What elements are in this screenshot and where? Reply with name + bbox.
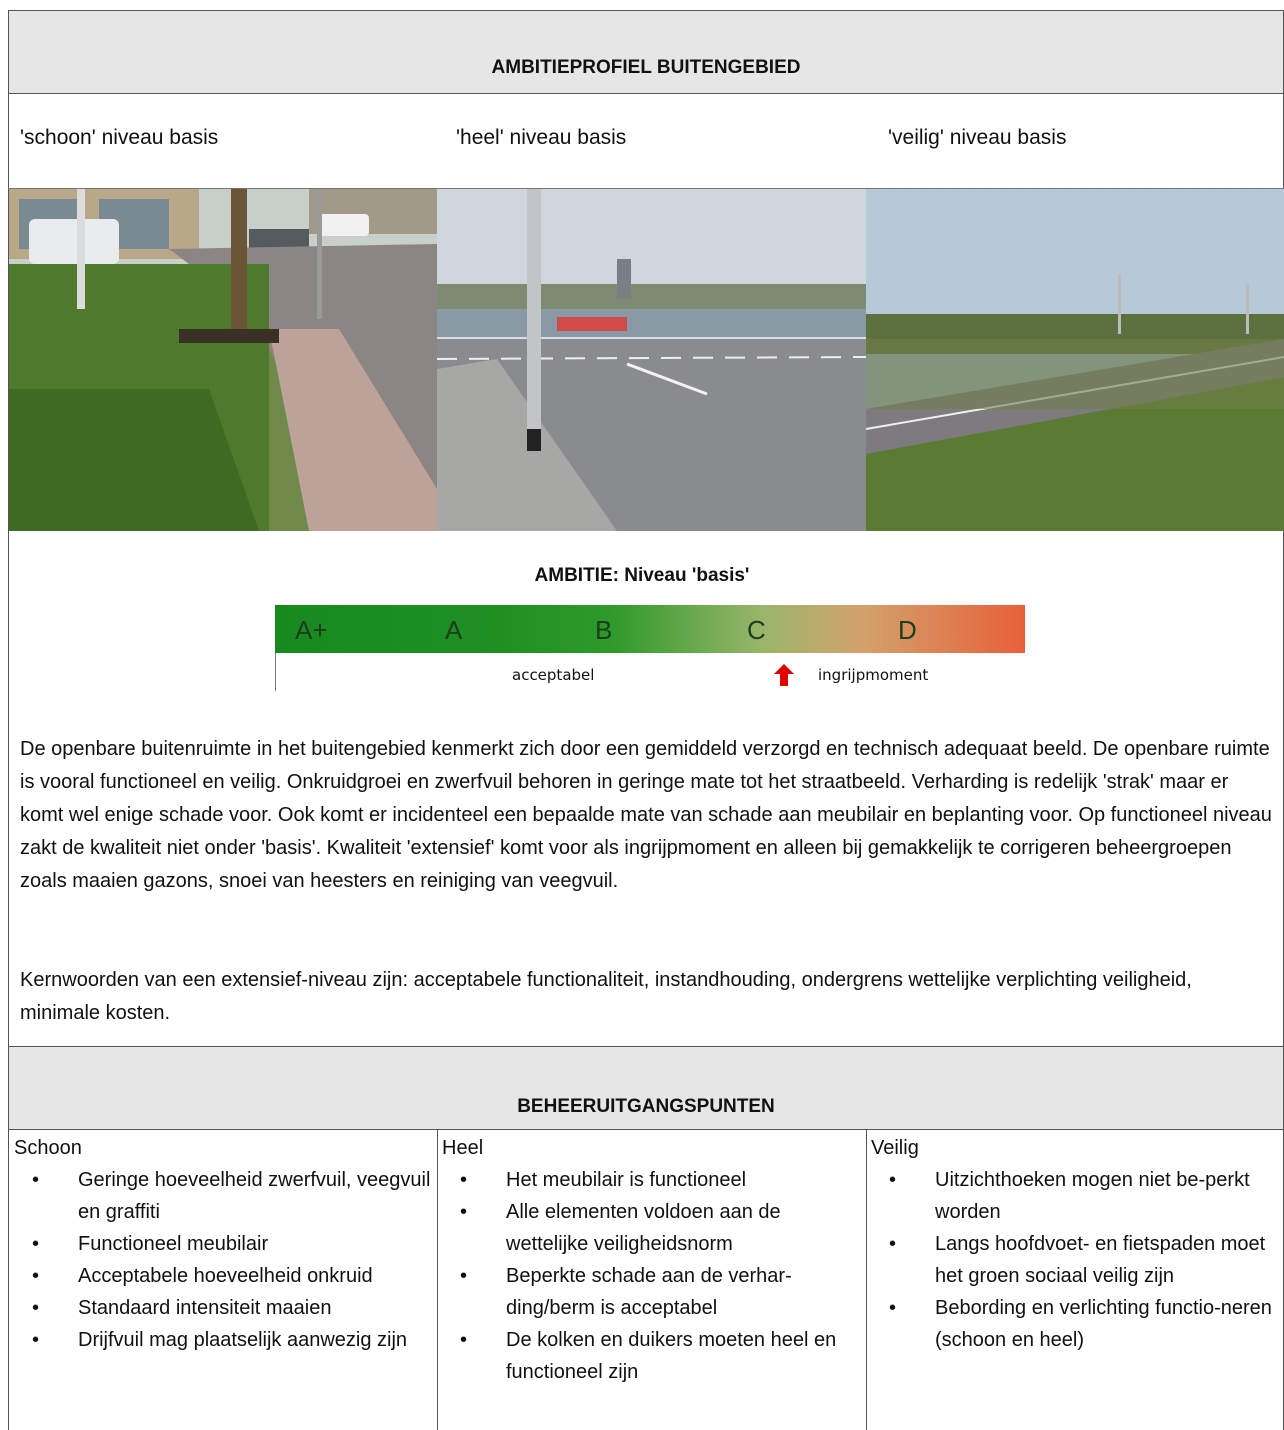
- col-border-left: [8, 1130, 9, 1430]
- list-item: De kolken en duikers moeten heel en func…: [442, 1324, 862, 1388]
- column-title: Veilig: [871, 1137, 919, 1159]
- grade-d: D: [898, 615, 917, 645]
- section-header-beheeruitgangspunten: BEHEERUITGANGSPUNTEN: [8, 1046, 1284, 1130]
- photo-schoon: [9, 189, 437, 531]
- column-title: Heel: [442, 1137, 484, 1159]
- label-schoon: 'schoon' niveau basis: [20, 126, 219, 149]
- column-title: Schoon: [14, 1137, 82, 1159]
- arrow-up-icon: [774, 664, 794, 686]
- list-item: Standaard intensiteit maaien: [14, 1292, 434, 1324]
- column-heel: Heel Het meubilair is functioneel Alle e…: [442, 1132, 862, 1388]
- list-item: Uitzichthoeken mogen niet be-perkt worde…: [871, 1164, 1279, 1228]
- column-schoon: Schoon Geringe hoeveelheid zwerfvuil, ve…: [14, 1132, 434, 1356]
- ambition-title: AMBITIE: Niveau 'basis': [534, 565, 750, 586]
- label-heel: 'heel' niveau basis: [456, 126, 627, 149]
- list-item: Beperkte schade aan de verhar-ding/berm …: [442, 1260, 862, 1324]
- col-border-2: [866, 1130, 867, 1430]
- scale-tick: [275, 653, 276, 691]
- list-item: Langs hoofdvoet- en fietspaden moet het …: [871, 1228, 1279, 1292]
- photo-veilig: [866, 189, 1284, 531]
- section-title: BEHEERUITGANGSPUNTEN: [517, 1096, 775, 1117]
- label-veilig: 'veilig' niveau basis: [888, 126, 1067, 149]
- list-item: Alle elementen voldoen aan de wettelijke…: [442, 1196, 862, 1260]
- photo-heel: [437, 189, 866, 531]
- list-item: Drijfvuil mag plaatselijk aanwezig zijn: [14, 1324, 434, 1356]
- grade-b: B: [595, 615, 613, 645]
- list-item: Geringe hoeveelheid zwerfvuil, veegvuil …: [14, 1164, 434, 1228]
- section-title: AMBITIEPROFIEL BUITENGEBIED: [491, 57, 801, 78]
- section-header-ambitieprofiel: AMBITIEPROFIEL BUITENGEBIED: [8, 10, 1284, 94]
- list-item: Bebording en verlichting functio-neren (…: [871, 1292, 1279, 1356]
- grade-c: C: [747, 615, 766, 645]
- ambition-scale-bar: A+ A B C D: [275, 605, 1025, 653]
- grade-a: A: [445, 615, 463, 645]
- col-border-1: [437, 1130, 438, 1430]
- grade-a-plus: A+: [295, 615, 328, 645]
- label-acceptabel: acceptabel: [512, 666, 595, 684]
- keywords-paragraph: Kernwoorden van een extensief-niveau zij…: [20, 969, 1192, 1024]
- list-item: Functioneel meubilair: [14, 1228, 434, 1260]
- list-item: Het meubilair is functioneel: [442, 1164, 862, 1196]
- description-paragraph: De openbare buitenruimte in het buitenge…: [20, 738, 1272, 892]
- list-item: Acceptabele hoeveelheid onkruid: [14, 1260, 434, 1292]
- label-ingrijpmoment: ingrijpmoment: [818, 666, 929, 684]
- column-veilig: Veilig Uitzichthoeken mogen niet be-perk…: [871, 1132, 1279, 1356]
